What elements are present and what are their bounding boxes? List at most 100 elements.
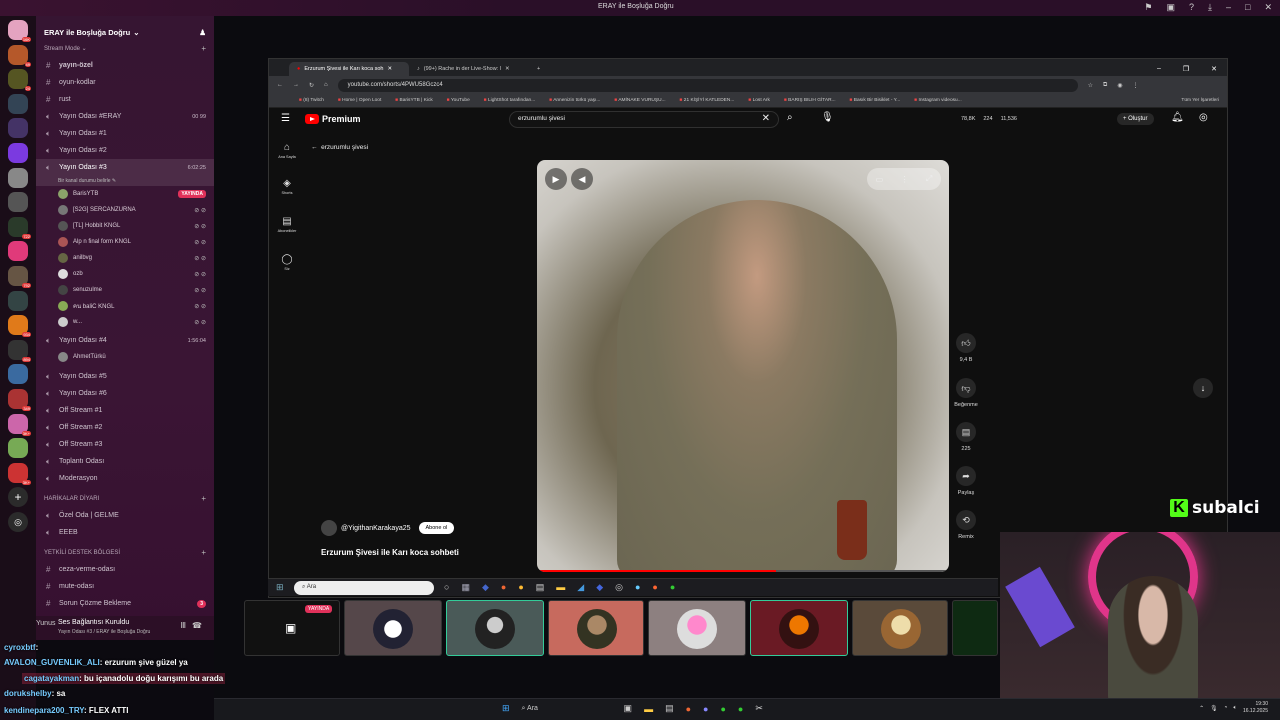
add-server-icon[interactable]: + bbox=[8, 487, 28, 508]
voice-user[interactable]: ozb ⊘ ⊘ bbox=[36, 266, 214, 282]
captions-icon[interactable]: ▭ bbox=[876, 175, 884, 184]
download-icon[interactable]: ⤓ bbox=[1208, 2, 1212, 13]
plus-icon[interactable]: + bbox=[201, 548, 206, 557]
channel-text[interactable]: # rust bbox=[36, 91, 214, 108]
taskbar-search[interactable]: ⌕ Ara bbox=[294, 581, 434, 595]
server-icon[interactable]: 722 bbox=[8, 216, 31, 239]
play-icon[interactable]: ▶ bbox=[545, 168, 567, 190]
channel-voice[interactable]: 🔈︎ Özel Oda | GELME bbox=[36, 507, 214, 524]
server-icon[interactable] bbox=[8, 438, 28, 459]
voice-user[interactable]: [TL] Hobbit KNGL ⊘ ⊘ bbox=[36, 218, 214, 234]
channel-voice[interactable]: 🔈︎ EEEB bbox=[36, 524, 214, 541]
app-icon[interactable]: ◆ bbox=[482, 582, 489, 593]
bookmark-item[interactable]: ■ BarisYTB | Kick bbox=[395, 98, 432, 103]
bookmark-item[interactable]: ■ Basık Bir Bisiklet - Y... bbox=[850, 98, 901, 103]
minimize-icon[interactable]: – bbox=[1157, 65, 1161, 73]
bookmark-item[interactable]: ■ Annenizin türkü yaşı... bbox=[549, 98, 600, 103]
volume-icon[interactable]: ◀ bbox=[571, 168, 593, 190]
home-icon[interactable]: ⌂ bbox=[324, 82, 328, 88]
more-icon[interactable]: ⋮ bbox=[901, 175, 909, 184]
close-icon[interactable]: ✕ bbox=[1211, 65, 1217, 73]
mic-icon[interactable]: 🎙︎ bbox=[1210, 705, 1218, 712]
bell-icon[interactable]: 🔔︎ bbox=[1171, 112, 1184, 123]
wifi-icon[interactable]: ◔ bbox=[1224, 705, 1228, 711]
cam-tile[interactable] bbox=[952, 600, 998, 656]
server-icon[interactable] bbox=[8, 118, 28, 139]
cam-tile[interactable] bbox=[852, 600, 948, 656]
menu-icon[interactable]: ⋮ bbox=[1133, 82, 1139, 89]
status-note[interactable]: Bir kanal durumu belirle ✎ bbox=[36, 176, 214, 186]
app-icon[interactable]: ● bbox=[652, 582, 657, 593]
bookmark-item[interactable]: ■ Home | Open Loot bbox=[338, 98, 381, 103]
subscribe-button[interactable]: Abone ol bbox=[418, 522, 455, 534]
nav-you[interactable]: ◯ Siz bbox=[277, 254, 297, 271]
channel-voice[interactable]: 🔈︎ Yayın Odası #2 bbox=[36, 142, 214, 159]
server-icon[interactable]: 3K+ bbox=[8, 462, 31, 485]
cam-tile[interactable] bbox=[446, 600, 544, 656]
category-stream[interactable]: Stream Mode ⌄ + bbox=[36, 40, 214, 57]
back-icon[interactable]: ← bbox=[277, 82, 283, 88]
app-icon[interactable]: ◢ bbox=[577, 582, 584, 593]
app-icon[interactable]: ▬ bbox=[556, 582, 565, 593]
app-icon[interactable]: ● bbox=[518, 582, 523, 593]
discord-icon[interactable]: ● bbox=[703, 704, 708, 714]
disconnect-icon[interactable]: ☎ bbox=[192, 621, 202, 630]
spotify-icon[interactable]: ● bbox=[720, 704, 725, 714]
channel-voice[interactable]: 🔈︎ Yayın Odası #4 1:56:04 bbox=[36, 332, 214, 349]
screen-icon[interactable]: ▣ bbox=[1166, 2, 1175, 13]
channel-name[interactable]: @YigithanKarakaya25 bbox=[341, 525, 411, 532]
clock[interactable]: 19:30 16.12.2025 bbox=[1243, 701, 1268, 715]
discover-icon[interactable]: ◎ bbox=[8, 511, 28, 532]
channel-text[interactable]: # yayın-özel bbox=[36, 57, 214, 74]
voice-user[interactable]: anilbvg ⊘ ⊘ bbox=[36, 250, 214, 266]
taskbar-search[interactable]: ⌕ Ara bbox=[522, 705, 612, 713]
tab-youtube[interactable]: ● Erzurum Şivesi ile Karı koca soh ✕ bbox=[289, 62, 409, 76]
voice-user[interactable]: Alp n final form KNGL ⊘ ⊘ bbox=[36, 234, 214, 250]
like-button[interactable]: 👍︎ 9,4 B bbox=[947, 333, 985, 363]
app-icon[interactable]: ▤ bbox=[536, 582, 545, 593]
bookmark-item[interactable]: ■ Lost Ark bbox=[748, 98, 770, 103]
server-icon[interactable]: 894 bbox=[8, 339, 31, 362]
plus-icon[interactable]: + bbox=[201, 44, 206, 53]
tab-tiktok[interactable]: ♪ (99+) Rache in der Live-Show: l ✕ bbox=[409, 62, 529, 76]
volume-icon[interactable]: 🔈︎ bbox=[1233, 705, 1237, 712]
youtube-logo[interactable]: Premium bbox=[305, 114, 361, 124]
url-input[interactable]: youtube.com/shorts/4PWU58Gczc4 bbox=[337, 78, 1078, 92]
fullscreen-icon[interactable]: ⤢ bbox=[926, 174, 932, 184]
server-icon[interactable]: 349 bbox=[8, 388, 31, 411]
channel-voice[interactable]: 🔈︎ Moderasyon bbox=[36, 470, 214, 487]
profile-icon[interactable]: ◉ bbox=[1117, 82, 1122, 89]
app-icon[interactable]: ● bbox=[635, 582, 640, 593]
channel-text[interactable]: # Sorun Çözme Bekleme 3 bbox=[36, 595, 214, 612]
noise-icon[interactable]: Ⅲ bbox=[180, 621, 186, 630]
all-bookmarks[interactable]: Tüm Yer İşaretleri bbox=[1181, 98, 1227, 103]
close-tab-icon[interactable]: ✕ bbox=[388, 66, 393, 72]
channel-voice[interactable]: 🔈︎ Off Stream #3 bbox=[36, 436, 214, 453]
channel-voice[interactable]: 🔈︎ Off Stream #2 bbox=[36, 419, 214, 436]
channel-text[interactable]: # oyun-kodlar bbox=[36, 74, 214, 91]
forward-icon[interactable]: → bbox=[293, 82, 299, 88]
bookmark-item[interactable]: ■ BARIŞ BILIH GİTAR... bbox=[784, 98, 836, 103]
app-icon[interactable]: ▦ bbox=[461, 582, 470, 593]
server-icon[interactable]: 792 bbox=[8, 265, 31, 288]
channel-voice[interactable]: 🔈︎ Off Stream #1 bbox=[36, 402, 214, 419]
app-icon[interactable]: ● bbox=[501, 582, 506, 593]
voice-user[interactable]: AhmetTürkü bbox=[36, 349, 214, 365]
progress-bar[interactable] bbox=[537, 570, 949, 572]
server-icon[interactable] bbox=[8, 290, 28, 311]
server-icon[interactable]: 24 bbox=[8, 69, 31, 92]
files-icon[interactable]: ▬ bbox=[644, 704, 653, 714]
voice-user[interactable]: [S2G] SERCANZURNA ⊘ ⊘ bbox=[36, 202, 214, 218]
category-yetkili[interactable]: YETKİLİ DESTEK BÖLGESİ + bbox=[36, 544, 214, 561]
app-icon[interactable]: ◎ bbox=[615, 582, 623, 593]
chevron-up-icon[interactable]: ⌃ bbox=[1199, 705, 1204, 712]
comments-button[interactable]: ▤ 225 bbox=[947, 422, 985, 452]
channel-voice[interactable]: 🔈︎ Yayın Odası #1 bbox=[36, 125, 214, 142]
search-input[interactable]: erzurumlu şivesi ✕ bbox=[509, 111, 779, 128]
app-icon[interactable]: ● bbox=[670, 582, 675, 593]
inbox-icon[interactable]: ⚑ bbox=[1144, 2, 1152, 13]
chrome-icon[interactable]: ● bbox=[686, 704, 691, 714]
cam-tile[interactable] bbox=[648, 600, 746, 656]
channel-voice[interactable]: 🔈︎ Yayın Odası #6 bbox=[36, 385, 214, 402]
nav-home[interactable]: ⌂ Ana Sayfa bbox=[277, 142, 297, 159]
